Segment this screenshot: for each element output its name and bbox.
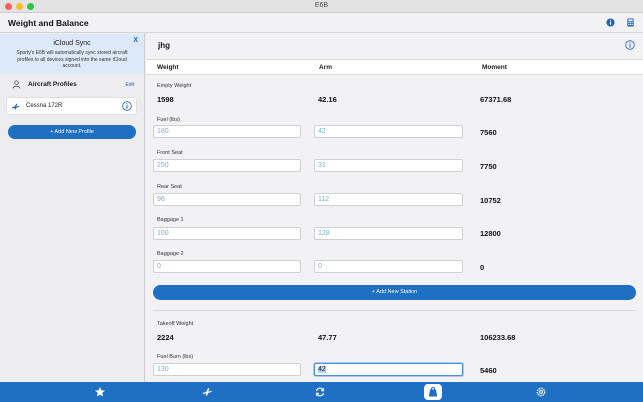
station-arm-input[interactable]: 128 <box>314 227 463 240</box>
station-weight-input[interactable]: 250 <box>153 159 301 172</box>
station-moment-value: 0 <box>480 263 485 272</box>
fuel-burn-weight-input[interactable]: 130 <box>153 363 301 376</box>
profile-title: jhg <box>158 41 170 50</box>
airplane-icon <box>11 103 20 110</box>
station-arm-input[interactable]: 112 <box>314 193 463 206</box>
profile-name: Cessna 172R <box>26 103 63 109</box>
calculator-icon[interactable] <box>626 18 635 27</box>
fuel-burn-moment-value: 5460 <box>480 366 497 375</box>
icloud-sync-banner: X iCloud Sync Sporty's E6B will automati… <box>0 34 144 74</box>
main-panel: jhg Weight Arm Moment Empty Weight 1598 … <box>146 33 643 382</box>
station-weight-input[interactable]: 100 <box>153 227 301 240</box>
station-weight-input[interactable]: 0 <box>153 260 301 273</box>
weight-balance-icon[interactable] <box>427 386 439 398</box>
station-moment-value: 12800 <box>480 229 501 238</box>
info-icon[interactable] <box>606 18 615 27</box>
takeoff-moment-value: 106233.68 <box>480 333 516 342</box>
selected-text: 42 <box>318 366 326 373</box>
info-icon[interactable] <box>625 40 635 50</box>
moment-column-header: Moment <box>482 64 507 71</box>
station-moment-value: 7750 <box>480 162 497 171</box>
empty-weight-label: Empty Weight <box>157 83 192 89</box>
sidebar: X iCloud Sync Sporty's E6B will automati… <box>0 33 145 382</box>
station-label: Baggage 1 <box>157 217 184 223</box>
aircraft-profiles-label: Aircraft Profiles <box>28 81 77 88</box>
column-headers: Weight Arm Moment <box>146 59 643 75</box>
page-title: Weight and Balance <box>8 18 89 28</box>
person-icon <box>12 80 21 89</box>
tab-bar <box>0 382 643 402</box>
takeoff-arm-value: 47.77 <box>318 333 337 342</box>
sync-icon[interactable] <box>314 386 326 398</box>
airplane-icon[interactable] <box>201 386 213 398</box>
station-label: Fuel (lbs) <box>157 117 180 123</box>
arm-column-header: Arm <box>319 64 333 71</box>
station-arm-input[interactable]: 42 <box>314 125 463 138</box>
info-icon[interactable] <box>122 101 132 111</box>
station-moment-value: 7560 <box>480 128 497 137</box>
station-moment-value: 10752 <box>480 196 501 205</box>
station-label: Rear Seat <box>157 184 182 190</box>
takeoff-weight-value: 2224 <box>157 333 174 342</box>
takeoff-weight-label: Takeoff Weight <box>157 321 194 327</box>
section-divider <box>153 310 636 311</box>
fuel-burn-arm-input[interactable]: 42 <box>314 363 463 376</box>
station-label: Baggage 2 <box>157 251 184 257</box>
window-titlebar: E6B <box>0 0 643 13</box>
edit-profiles-button[interactable]: Edit <box>125 82 134 88</box>
add-profile-button[interactable]: + Add New Profile <box>8 125 136 139</box>
station-weight-input[interactable]: 96 <box>153 193 301 206</box>
empty-arm-value: 42.16 <box>318 95 337 104</box>
empty-moment-value: 67371.68 <box>480 95 512 104</box>
app-header: Weight and Balance <box>0 13 643 33</box>
settings-icon[interactable] <box>535 386 547 398</box>
profile-item[interactable]: Cessna 172R <box>6 97 137 115</box>
station-weight-input[interactable]: 180 <box>153 125 301 138</box>
fuel-burn-label: Fuel Burn (lbs) <box>157 354 194 360</box>
icloud-banner-title: iCloud Sync <box>53 40 91 47</box>
station-label: Front Seat <box>157 150 183 156</box>
weight-column-header: Weight <box>157 64 179 71</box>
aircraft-profiles-header: Aircraft Profiles Edit <box>0 78 144 92</box>
star-icon[interactable] <box>94 386 106 398</box>
window-title: E6B <box>314 2 329 9</box>
empty-weight-value: 1598 <box>157 95 174 104</box>
add-station-button[interactable]: + Add New Station <box>153 285 636 300</box>
station-arm-input[interactable]: 31 <box>314 159 463 172</box>
icloud-banner-description: Sporty's E6B will automatically sync sto… <box>16 50 128 69</box>
station-arm-input[interactable]: 0 <box>314 260 463 273</box>
